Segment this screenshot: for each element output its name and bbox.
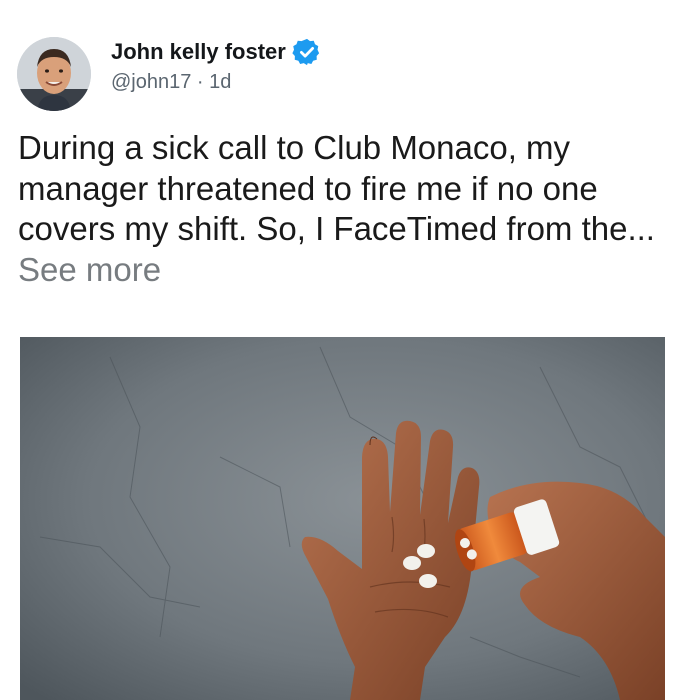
tweet-text: During a sick call to Club Monaco, my ma… [18,129,655,247]
avatar-photo [17,37,91,111]
tweet-timestamp[interactable]: 1d [209,71,231,93]
author-name-text: John kelly foster [111,39,286,64]
see-more-link[interactable]: See more [18,251,161,288]
tweet-media-photo[interactable] [20,337,665,700]
verified-badge-icon [292,37,322,67]
author-avatar[interactable] [17,37,91,111]
author-handle[interactable]: @john17 [111,71,191,93]
meta-separator: · [191,71,210,93]
pills-hands-image [20,337,665,700]
tweet-body: During a sick call to Club Monaco, my ma… [18,128,688,290]
author-display-name[interactable]: John kelly foster [111,37,322,67]
author-meta: @john17 · 1d [111,71,231,94]
